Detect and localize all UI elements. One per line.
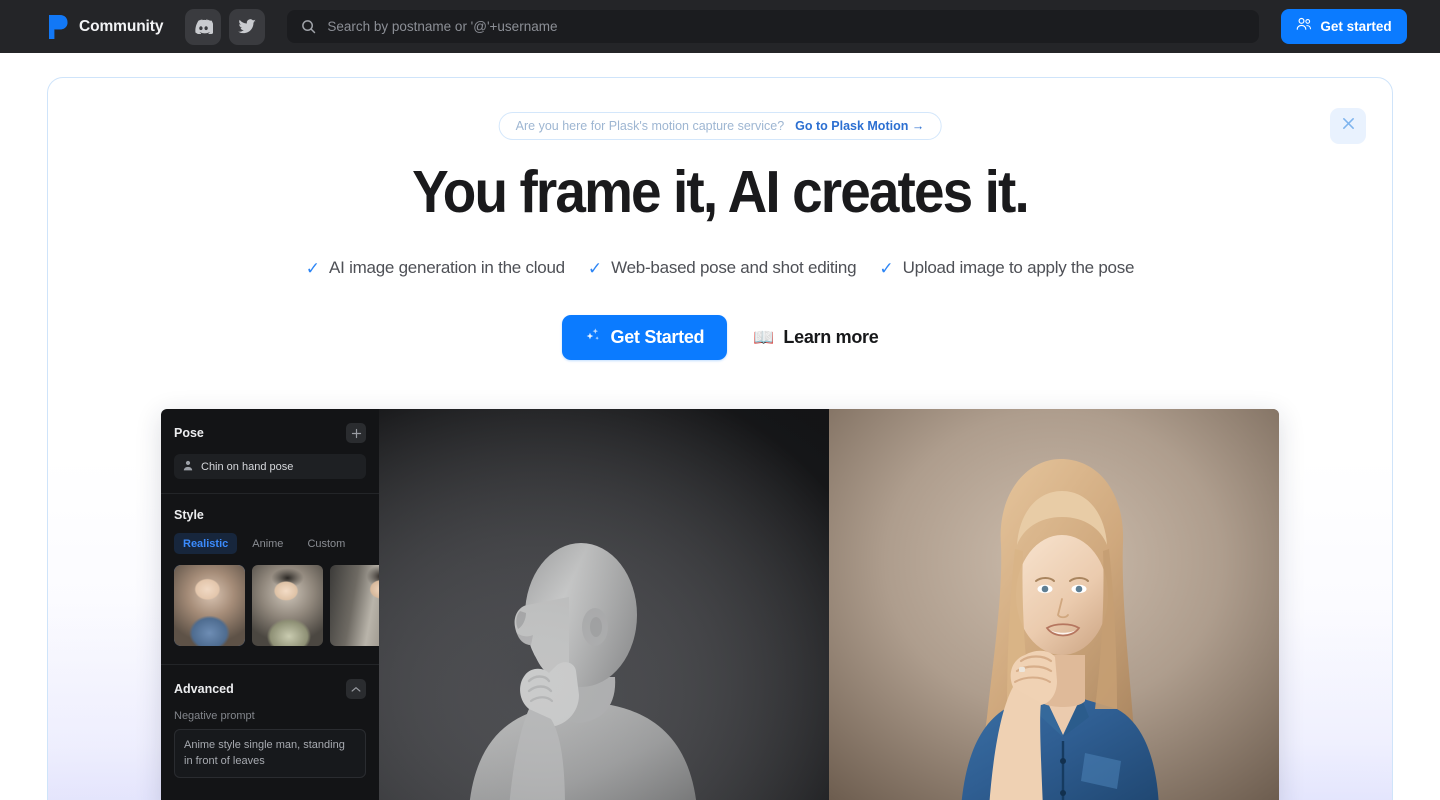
advanced-section: Advanced Negative prompt Anime style sin… [161, 665, 379, 779]
promo-question: Are you here for Plask's motion capture … [515, 119, 785, 133]
app-preview: Pose Chin on hand pose Style Realistic A… [161, 409, 1279, 800]
style-tab-realistic[interactable]: Realistic [174, 533, 238, 554]
users-icon [1296, 17, 1312, 36]
twitter-button[interactable] [229, 8, 266, 45]
app-sidebar: Pose Chin on hand pose Style Realistic A… [161, 409, 401, 800]
thumb-figure [174, 565, 245, 646]
pose-section: Pose Chin on hand pose [161, 409, 379, 479]
negative-prompt-label: Negative prompt [174, 710, 255, 722]
style-tab-custom[interactable]: Custom [298, 533, 354, 554]
search-icon [301, 19, 316, 34]
get-started-nav-button[interactable]: Get started [1281, 9, 1407, 44]
advanced-title: Advanced [174, 682, 234, 696]
get-started-label: Get Started [610, 327, 705, 347]
style-section-header: Style [174, 508, 366, 522]
pose-title: Pose [174, 426, 204, 440]
top-navbar: Community Search by postname or '@'+user… [0, 0, 1440, 53]
hero-close-button[interactable] [1330, 108, 1366, 144]
search-input[interactable] [327, 19, 1246, 34]
learn-more-button[interactable]: 📖 Learn more [753, 315, 879, 360]
thumb-figure [252, 565, 323, 646]
feature-label: Upload image to apply the pose [902, 258, 1135, 277]
check-icon: ✓ [305, 258, 321, 278]
feature-label: Web-based pose and shot editing [611, 258, 857, 277]
feature-item: ✓ Web-based pose and shot editing [587, 258, 857, 278]
close-icon [1342, 117, 1355, 135]
check-icon: ✓ [879, 258, 894, 278]
negative-prompt-input[interactable]: Anime style single man, standing in fron… [174, 729, 366, 779]
social-links [185, 8, 266, 45]
search-container [287, 10, 1260, 43]
person-icon [183, 460, 193, 474]
generated-woman-figure [829, 409, 1279, 800]
get-started-button[interactable]: Get Started [561, 315, 728, 360]
feature-label: AI image generation in the cloud [329, 258, 565, 277]
brand[interactable]: Community [48, 14, 163, 40]
cta-row: Get Started 📖 Learn more [48, 315, 1392, 360]
sparkles-icon [585, 327, 601, 348]
mannequin-figure [379, 409, 829, 800]
discord-button[interactable] [185, 8, 222, 45]
pose-chip[interactable]: Chin on hand pose [174, 454, 366, 479]
style-tabs: Realistic Anime Custom [174, 533, 366, 554]
learn-more-label: Learn more [783, 327, 879, 347]
book-icon: 📖 [753, 328, 775, 347]
plus-icon[interactable] [346, 423, 366, 443]
check-icon: ✓ [587, 258, 603, 278]
page-title: You frame it, AI creates it. [412, 159, 1030, 225]
promo-link[interactable]: Go to Plask Motion → [795, 119, 924, 133]
hero-card: Are you here for Plask's motion capture … [47, 77, 1393, 800]
style-thumb-realistic-portrait[interactable] [174, 565, 245, 646]
plask-logo-icon [48, 14, 68, 40]
3d-pose-viewport[interactable] [379, 409, 829, 800]
brand-name: Community [79, 17, 164, 35]
style-section: Style Realistic Anime Custom [161, 494, 401, 646]
chevron-up-icon[interactable] [346, 679, 366, 699]
feature-list: ✓ AI image generation in the cloud ✓ Web… [48, 258, 1392, 278]
promo-banner[interactable]: Are you here for Plask's motion capture … [498, 112, 942, 140]
feature-item: ✓ AI image generation in the cloud [306, 258, 565, 278]
generated-image-result[interactable] [829, 409, 1279, 800]
advanced-section-header: Advanced [174, 679, 366, 699]
twitter-icon [238, 19, 257, 34]
feature-item: ✓ Upload image to apply the pose [879, 258, 1134, 278]
search-box[interactable] [287, 10, 1260, 43]
style-thumb-anime-geisha[interactable] [252, 565, 323, 646]
pose-chip-label: Chin on hand pose [201, 460, 294, 473]
get-started-nav-label: Get started [1320, 19, 1392, 34]
discord-icon [194, 19, 213, 34]
pose-section-header: Pose [174, 423, 366, 443]
page-root: Community Search by postname or '@'+user… [0, 0, 1440, 800]
style-title: Style [174, 508, 204, 522]
style-thumbnail-row [174, 565, 401, 646]
style-tab-anime[interactable]: Anime [243, 533, 292, 554]
